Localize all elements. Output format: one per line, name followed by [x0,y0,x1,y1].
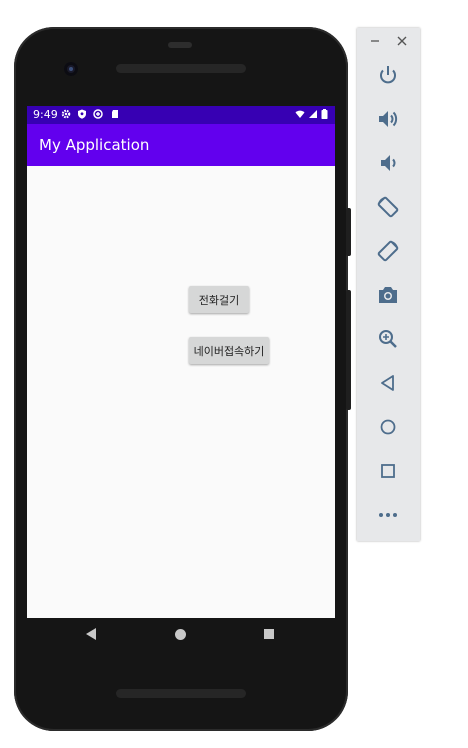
volume-up-button[interactable] [374,105,402,133]
camera-icon [379,287,397,303]
wifi-icon [295,110,305,118]
data-saver-icon [93,109,103,119]
shield-icon [78,109,86,119]
volume-down-icon [381,155,396,171]
status-bar: 9:49 [27,106,335,124]
more-icon [379,513,397,517]
overview-button[interactable] [374,457,402,485]
home-icon [380,419,396,435]
power-icon [380,66,396,84]
volume-up-icon [379,111,398,127]
minimize-icon[interactable] [368,34,382,48]
close-icon[interactable] [395,34,409,48]
rotate-right-icon [377,240,399,262]
call-button[interactable]: 전화걸기 [189,286,249,313]
zoom-icon [379,330,397,348]
nav-back-button[interactable] [86,628,96,640]
rotate-left-button[interactable] [374,193,402,221]
volume-down-button[interactable] [374,149,402,177]
top-speaker [116,64,246,73]
zoom-button[interactable] [374,325,402,353]
power-button[interactable] [374,61,402,89]
emulator-toolbar [357,28,420,541]
settings-icon [61,109,71,119]
phone-power-key [346,208,351,256]
device-screen: 9:49 My Application 전화걸기 네이버접속하기 [27,106,335,618]
more-button[interactable] [374,501,402,529]
nav-recents-button[interactable] [264,629,274,639]
back-icon [381,375,394,391]
app-bar: My Application [27,124,335,166]
nav-home-button[interactable] [175,629,186,640]
back-button[interactable] [374,369,402,397]
front-camera [64,62,78,76]
earpiece [168,42,192,48]
overview-icon [381,464,395,478]
naver-connect-button[interactable]: 네이버접속하기 [189,337,269,364]
app-title: My Application [39,136,150,154]
battery-icon [321,109,328,119]
rotate-right-button[interactable] [374,237,402,265]
screenshot-button[interactable] [374,281,402,309]
home-button[interactable] [374,413,402,441]
rotate-left-icon [377,196,399,218]
bottom-speaker [116,689,246,698]
status-time: 9:49 [33,108,58,121]
sd-card-icon [112,110,118,118]
phone-volume-key [346,290,351,410]
signal-icon [309,110,317,118]
